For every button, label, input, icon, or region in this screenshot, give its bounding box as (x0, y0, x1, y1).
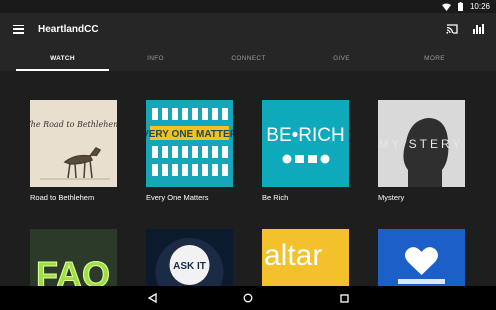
series-card[interactable]: EVERY ONE MATTERS Every One Matters (146, 100, 233, 202)
series-art-text: EVERY ONE MATTERS (146, 129, 233, 140)
series-card[interactable]: MY STERY Mystery (378, 100, 465, 202)
app-bar: HeartlandCC (0, 13, 496, 45)
stats-button[interactable] (468, 19, 488, 39)
cast-button[interactable] (442, 19, 462, 39)
series-card[interactable] (378, 229, 465, 286)
series-grid: The Road to Bethlehem Road to Bethlehem (0, 71, 496, 286)
series-thumbnail: The Road to Bethlehem (30, 100, 117, 187)
series-thumbnail: ASK IT (146, 229, 233, 286)
recents-button[interactable] (334, 288, 354, 308)
tab-bar: WATCH INFO CONNECT GIVE MORE (0, 45, 496, 71)
tab-info[interactable]: INFO (109, 45, 202, 71)
series-thumbnail: FAQ (30, 229, 117, 286)
tab-more[interactable]: MORE (388, 45, 481, 71)
menu-button[interactable] (0, 13, 36, 45)
back-button[interactable] (142, 288, 162, 308)
heart-icon (405, 247, 438, 275)
series-art-text: The Road to Bethlehem (30, 120, 117, 129)
status-bar: 10:26 (0, 0, 496, 13)
wifi-icon (441, 2, 451, 11)
series-art-text: ASK IT (173, 261, 206, 272)
series-card[interactable]: FAQ (30, 229, 117, 286)
menu-icon (12, 24, 24, 34)
series-thumbnail (378, 229, 465, 286)
tab-connect[interactable]: CONNECT (202, 45, 295, 71)
app-title: HeartlandCC (38, 23, 99, 35)
series-title: Mystery (378, 193, 405, 202)
system-nav-bar (0, 286, 496, 310)
app-screen: 10:26 HeartlandCC WATCH INFO CONNECT GIV… (0, 0, 496, 310)
series-art-text: BE•RICH (266, 125, 344, 146)
cast-icon (446, 24, 458, 34)
stats-icon (472, 24, 484, 34)
series-title: Every One Matters (146, 193, 209, 202)
series-card[interactable]: BE•RICH Be Rich (262, 100, 349, 202)
series-thumbnail: MY STERY (378, 100, 465, 187)
home-button[interactable] (238, 288, 258, 308)
series-title: Road to Bethlehem (30, 193, 95, 202)
series-thumbnail: EVERY ONE MATTERS (146, 100, 233, 187)
battery-icon (456, 2, 465, 11)
series-thumbnail: altar (262, 229, 349, 286)
recents-icon (339, 293, 349, 303)
series-art-text: MY STERY (379, 137, 464, 151)
status-time: 10:26 (469, 2, 490, 11)
tab-watch[interactable]: WATCH (16, 45, 109, 71)
series-title: Be Rich (262, 193, 289, 202)
series-card[interactable]: ASK IT (146, 229, 233, 286)
series-thumbnail: BE•RICH (262, 100, 349, 187)
home-icon (243, 293, 253, 303)
series-card[interactable]: altar (262, 229, 349, 286)
back-icon (147, 293, 157, 303)
series-art-text: altar (264, 239, 322, 272)
series-card[interactable]: The Road to Bethlehem Road to Bethlehem (30, 100, 117, 202)
series-art-text: FAQ (36, 254, 110, 286)
tab-give[interactable]: GIVE (295, 45, 388, 71)
